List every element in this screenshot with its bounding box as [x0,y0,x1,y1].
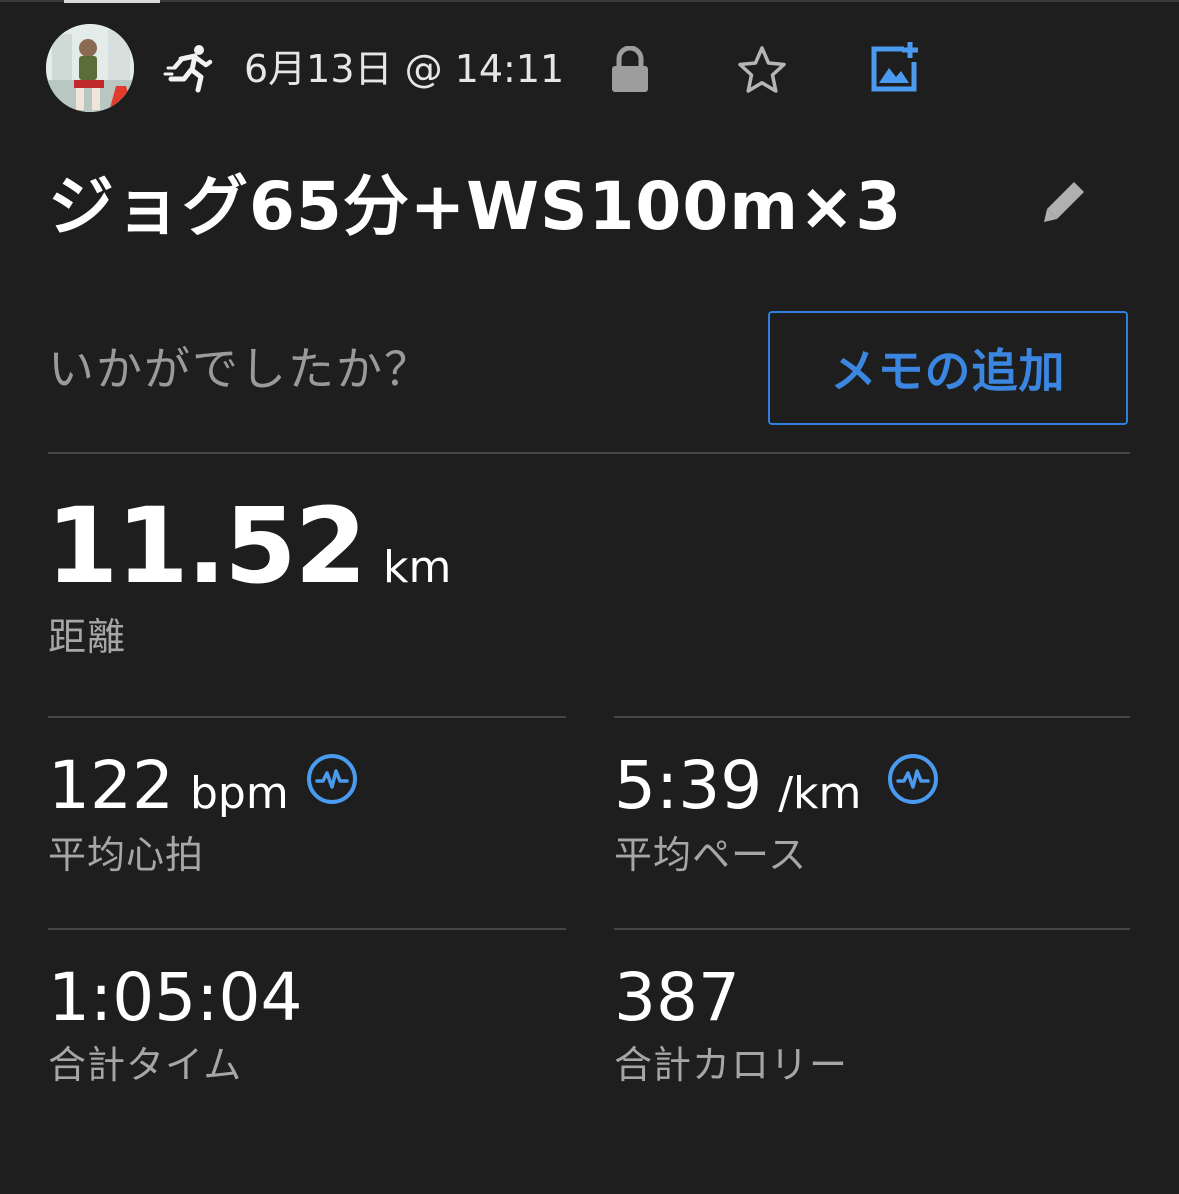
calories-label: 合計カロリー [614,1043,849,1087]
activity-datetime: 6月13日 @ 14:11 [244,47,565,91]
activity-header: 6月13日 @ 14:11 [46,24,1136,114]
heart-rate-number: 122 [48,747,174,824]
stats-divider-right [614,716,1130,718]
section-divider [48,452,1130,454]
distance-number: 11.52 [46,485,367,607]
distance-label: 距離 [48,615,127,659]
status-bar-indicator [64,0,160,3]
pace-label: 平均ペース [614,833,808,877]
heart-rate-label: 平均心拍 [48,833,205,877]
distance-value: 11.52 km [46,486,451,606]
calories-number: 387 [614,959,740,1036]
add-memo-button[interactable]: メモの追加 [768,311,1128,425]
activity-title: ジョグ65分+WS100m×3 [48,168,903,245]
star-icon[interactable] [736,44,788,96]
pace-number: 5:39 [614,747,763,824]
status-bar-edge [0,0,1179,2]
avatar[interactable] [46,24,134,112]
pace-unit: /km [778,768,862,819]
add-photo-icon[interactable] [868,40,924,96]
pace-value: 5:39/km [614,746,861,826]
stats-divider-right [614,928,1130,930]
running-icon [163,45,213,93]
distance-unit: km [382,542,452,593]
lock-icon[interactable] [610,46,650,94]
pulse-icon[interactable] [886,752,940,806]
pencil-icon[interactable] [1040,176,1090,226]
stats-divider-left [48,716,566,718]
stats-divider-left [48,928,566,930]
pulse-icon[interactable] [305,752,359,806]
heart-rate-value: 122 bpm [48,746,289,826]
calories-value: 387 [614,958,740,1038]
heart-rate-unit: bpm [189,768,289,819]
total-time-number: 1:05:04 [48,959,303,1036]
total-time-label: 合計タイム [48,1043,243,1087]
feedback-prompt: いかがでしたか？ [48,342,432,396]
total-time-value: 1:05:04 [48,958,302,1038]
